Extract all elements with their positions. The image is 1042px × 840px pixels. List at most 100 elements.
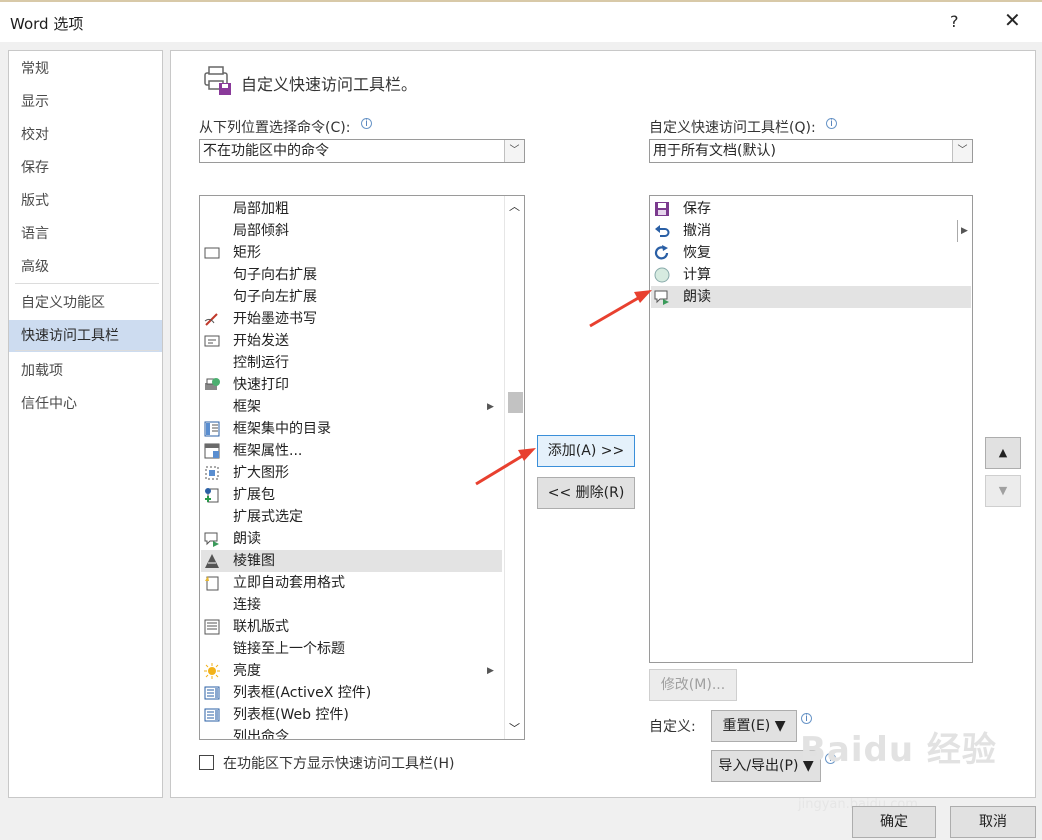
toolbar-list-item[interactable]: 恢复 — [651, 242, 971, 264]
command-label: 扩大图形 — [233, 465, 289, 481]
command-list-item[interactable]: 扩大图形 — [201, 462, 502, 484]
options-nav: 常规 显示 校对 保存 版式 语言 高级自定义功能区 快速访问工具栏 加载项 信任中心 — [8, 50, 163, 798]
command-list[interactable]: ︿ ﹀ 局部加粗局部倾斜矩形句子向右扩展句子向左扩展开始墨迹书写开始发送控制运行… — [199, 195, 525, 740]
show-below-ribbon-checkbox[interactable] — [199, 755, 214, 770]
scroll-down-icon[interactable]: ﹀ — [509, 720, 520, 736]
reset-button[interactable]: 重置(E) ▼ — [711, 710, 797, 742]
move-up-button[interactable]: ▲ — [985, 437, 1021, 469]
nav-item-4[interactable]: 保存 — [9, 152, 162, 184]
command-label: 朗读 — [233, 531, 261, 547]
command-label: 开始墨迹书写 — [233, 311, 317, 327]
toolbar-list-item[interactable]: 计算 — [651, 264, 971, 286]
command-label: 矩形 — [233, 245, 261, 261]
autoformat-icon — [204, 575, 220, 591]
remove-button[interactable]: << 删除(R) — [537, 477, 635, 509]
pyramid-chart-icon — [204, 553, 220, 569]
command-list-item[interactable]: 开始墨迹书写 — [201, 308, 502, 330]
info-icon: i — [361, 118, 372, 129]
nav-item-8[interactable]: 自定义功能区 — [9, 287, 162, 319]
toolbar-item-label: 朗读 — [683, 289, 711, 305]
ink-pen-icon — [204, 311, 220, 327]
choose-commands-value: 不在功能区中的命令 — [203, 143, 329, 159]
rectangle-icon — [204, 245, 220, 261]
enlarge-graphic-icon — [204, 465, 220, 481]
toolbar-list-item[interactable]: 保存 — [651, 198, 971, 220]
command-list-item[interactable]: 快速打印 — [201, 374, 502, 396]
expansion-pack-icon — [204, 487, 220, 503]
window-title: Word 选项 — [10, 15, 84, 33]
command-label: 句子向右扩展 — [233, 267, 317, 283]
command-list-item[interactable]: 朗读 — [201, 528, 502, 550]
help-button[interactable]: ? — [950, 12, 959, 31]
nav-item-1[interactable]: 常规 — [9, 53, 162, 85]
command-list-item[interactable]: 联机版式 — [201, 616, 502, 638]
submenu-arrow-icon[interactable]: ▶ — [957, 220, 968, 242]
ok-button[interactable]: 确定 — [852, 806, 936, 838]
send-icon — [204, 333, 220, 349]
add-button[interactable]: 添加(A) >> — [537, 435, 635, 467]
command-list-item[interactable]: 框架属性... — [201, 440, 502, 462]
command-list-item[interactable]: 局部加粗 — [201, 198, 502, 220]
nav-divider — [15, 283, 159, 284]
command-list-item[interactable]: 句子向右扩展 — [201, 264, 502, 286]
toolbar-list-item[interactable]: 撤消 ▶ — [651, 220, 971, 242]
command-label: 控制运行 — [233, 355, 289, 371]
command-list-item[interactable]: 开始发送 — [201, 330, 502, 352]
nav-item-2[interactable]: 显示 — [9, 86, 162, 118]
command-label: 扩展式选定 — [233, 509, 303, 525]
nav-item-10[interactable]: 加载项 — [9, 355, 162, 387]
toolbar-scope-value: 用于所有文档(默认) — [653, 143, 776, 159]
nav-divider — [15, 350, 159, 351]
calculate-icon — [654, 267, 670, 283]
command-list-scrollbar[interactable]: ︿ ﹀ — [504, 196, 524, 739]
nav-item-9[interactable]: 快速访问工具栏 — [9, 320, 162, 352]
toolbar-list[interactable]: 保存撤消 ▶ 恢复计算朗读 — [649, 195, 973, 663]
command-list-item[interactable]: 扩展包 — [201, 484, 502, 506]
scrollbar-thumb[interactable] — [508, 392, 523, 413]
nav-item-6[interactable]: 语言 — [9, 218, 162, 250]
redo-icon — [654, 245, 670, 261]
command-list-item[interactable]: 立即自动套用格式 — [201, 572, 502, 594]
command-label: 扩展包 — [233, 487, 275, 503]
command-list-item[interactable]: 链接至上一个标题 — [201, 638, 502, 660]
command-list-item[interactable]: 列表框(Web 控件) — [201, 704, 502, 726]
command-list-item[interactable]: 句子向左扩展 — [201, 286, 502, 308]
show-below-ribbon-label: 在功能区下方显示快速访问工具栏(H) — [223, 756, 455, 772]
command-list-item[interactable]: 列出命令 — [201, 726, 502, 740]
nav-item-7[interactable]: 高级 — [9, 251, 162, 283]
command-list-item[interactable]: 框架 ▶ — [201, 396, 502, 418]
choose-commands-combo[interactable]: 不在功能区中的命令 ﹀ — [199, 139, 525, 163]
command-list-item[interactable]: 棱锥图 — [201, 550, 502, 572]
watermark-logo: Baidu 经验 — [800, 730, 997, 770]
command-list-item[interactable]: 扩展式选定 — [201, 506, 502, 528]
nav-item-3[interactable]: 校对 — [9, 119, 162, 151]
command-list-item[interactable]: 亮度 ▶ — [201, 660, 502, 682]
cancel-button[interactable]: 取消 — [950, 806, 1036, 838]
page-heading: 自定义快速访问工具栏。 — [241, 75, 418, 94]
command-label: 列出命令 — [233, 729, 289, 740]
toolbar-scope-combo[interactable]: 用于所有文档(默认) ﹀ — [649, 139, 973, 163]
toolbar-list-item[interactable]: 朗读 — [651, 286, 971, 308]
listbox-control-icon — [204, 707, 220, 723]
modify-button[interactable]: 修改(M)... — [649, 669, 737, 701]
command-list-item[interactable]: 框架集中的目录 — [201, 418, 502, 440]
command-label: 连接 — [233, 597, 261, 613]
nav-item-5[interactable]: 版式 — [9, 185, 162, 217]
nav-item-11[interactable]: 信任中心 — [9, 388, 162, 420]
frame-properties-icon — [204, 443, 220, 459]
command-list-item[interactable]: 列表框(ActiveX 控件) — [201, 682, 502, 704]
online-layout-icon — [204, 619, 220, 635]
toolbar-item-label: 撤消 — [683, 223, 711, 239]
move-down-button[interactable]: ▼ — [985, 475, 1021, 507]
toolbar-item-label: 计算 — [683, 267, 711, 283]
command-list-item[interactable]: 控制运行 — [201, 352, 502, 374]
submenu-arrow-icon: ▶ — [487, 402, 494, 412]
command-list-item[interactable]: 连接 — [201, 594, 502, 616]
customize-toolbar-label: 自定义快速访问工具栏(Q): — [649, 120, 816, 136]
command-list-item[interactable]: 局部倾斜 — [201, 220, 502, 242]
command-label: 局部倾斜 — [233, 223, 289, 239]
close-button[interactable]: ✕ — [1004, 8, 1021, 32]
scroll-up-icon[interactable]: ︿ — [509, 198, 520, 214]
command-list-item[interactable]: 矩形 — [201, 242, 502, 264]
command-label: 联机版式 — [233, 619, 289, 635]
